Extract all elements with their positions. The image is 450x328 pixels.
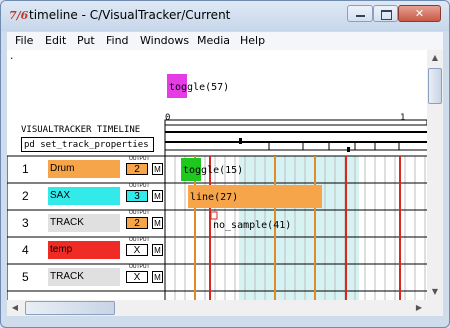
scroll-left-icon[interactable]: ◀ — [7, 300, 23, 316]
track-number: 4 — [22, 243, 29, 257]
pd-icon: 7/6 — [9, 9, 29, 22]
mute-button[interactable]: M — [152, 163, 163, 175]
no-sample-marker — [210, 211, 218, 220]
track-row-4: 4 temp OUTPUT X M — [8, 237, 163, 263]
toggle-15-object[interactable]: toggle(15) — [183, 165, 243, 177]
track-number: 5 — [22, 270, 29, 284]
menu-help[interactable]: Help — [240, 34, 265, 47]
mute-button[interactable]: M — [152, 217, 163, 229]
minimize-button[interactable] — [347, 5, 373, 22]
output-number[interactable]: 2 — [126, 217, 148, 229]
maximize-icon — [381, 10, 392, 20]
track-number: 3 — [22, 216, 29, 230]
scroll-up-icon[interactable]: ▲ — [427, 50, 443, 66]
loop-marker — [347, 147, 350, 152]
output-number[interactable]: 3 — [126, 190, 148, 202]
output-label: OUTPUT — [129, 156, 150, 162]
line-27-object[interactable]: line(27) — [190, 192, 238, 204]
patch-canvas[interactable]: . toggle(57) 0 1 VISUALTRACKER TIMELINE … — [7, 50, 427, 300]
output-label: OUTPUT — [129, 237, 150, 243]
no-sample-41-object[interactable]: no_sample(41) — [213, 220, 291, 232]
output-label: OUTPUT — [129, 183, 150, 189]
horizontal-scrollbar[interactable]: ◀ ▶ — [7, 300, 427, 316]
playhead-marker — [239, 138, 242, 144]
output-number[interactable]: X — [126, 271, 148, 283]
track-name[interactable]: temp — [48, 241, 120, 259]
output-label: OUTPUT — [129, 264, 150, 270]
track-row-1: 1 Drum OUTPUT 2 M — [8, 156, 163, 182]
track-row-3: 3 TRACK OUTPUT 2 M — [8, 210, 163, 236]
track-number: 1 — [22, 162, 29, 176]
close-button[interactable]: ✕ — [398, 5, 441, 22]
track-name[interactable]: TRACK — [48, 268, 120, 286]
output-number[interactable]: 2 — [126, 163, 148, 175]
app-window: 7/6 timeline - C/VisualTracker/Current ✕… — [0, 0, 450, 328]
output-label: OUTPUT — [129, 210, 150, 216]
track-name[interactable]: Drum — [48, 160, 120, 178]
scroll-down-icon[interactable]: ▼ — [427, 284, 443, 300]
menu-put[interactable]: Put — [77, 34, 95, 47]
resize-grip[interactable] — [427, 300, 443, 316]
menu-find[interactable]: Find — [106, 34, 129, 47]
menu-bar: File Edit Put Find Windows Media Help — [7, 32, 443, 50]
window-title: timeline - C/VisualTracker/Current — [29, 8, 231, 22]
minimize-icon — [356, 15, 365, 17]
menu-edit[interactable]: Edit — [45, 34, 66, 47]
mute-button[interactable]: M — [152, 244, 163, 256]
mute-button[interactable]: M — [152, 190, 163, 202]
menu-windows[interactable]: Windows — [140, 34, 189, 47]
track-name[interactable]: SAX — [48, 187, 120, 205]
ruler-bar — [164, 119, 427, 126]
close-icon: ✕ — [414, 7, 425, 20]
output-number[interactable]: X — [126, 244, 148, 256]
title-bar: 7/6 timeline - C/VisualTracker/Current ✕ — [1, 1, 449, 31]
track-name[interactable]: TRACK — [48, 214, 120, 232]
horizontal-scroll-thumb[interactable] — [25, 301, 115, 315]
track-row-5: 5 TRACK OUTPUT X M — [8, 264, 163, 290]
vertical-scrollbar[interactable]: ▲ ▼ — [427, 50, 443, 300]
menu-file[interactable]: File — [15, 34, 33, 47]
scroll-right-icon[interactable]: ▶ — [411, 300, 427, 316]
menu-media[interactable]: Media — [197, 34, 230, 47]
track-number: 2 — [22, 189, 29, 203]
track-row-2: 2 SAX OUTPUT 3 M — [8, 183, 163, 209]
maximize-button[interactable] — [373, 5, 398, 22]
vertical-scroll-thumb[interactable] — [428, 68, 442, 104]
mute-button[interactable]: M — [152, 271, 163, 283]
